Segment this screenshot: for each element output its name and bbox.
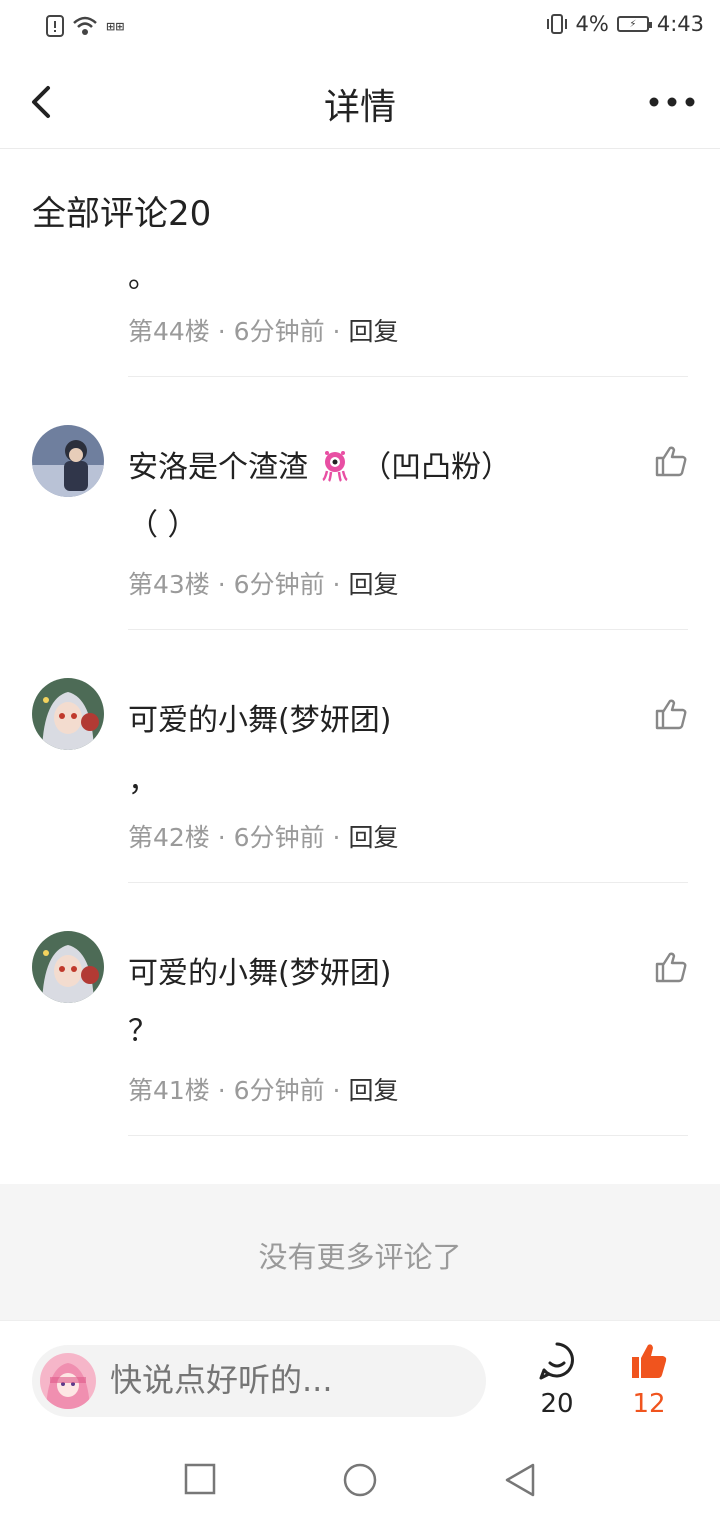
no-more-comments-text: 没有更多评论了: [258, 1240, 462, 1274]
comment-meta: 第41楼 · 6分钟前 · 回复: [128, 1071, 398, 1107]
clock: 4:43: [656, 12, 704, 36]
comment-meta: 第42楼 · 6分钟前 · 回复: [128, 818, 398, 854]
meta-separator: ·: [332, 1076, 341, 1105]
my-avatar: [40, 1353, 96, 1409]
triangle-back-nav-icon[interactable]: [503, 1462, 537, 1498]
comment-floor: 第42楼: [128, 823, 210, 852]
comment-meta: 第43楼 · 6分钟前 · 回复: [128, 565, 398, 601]
sim-alert-icon: [46, 15, 64, 37]
system-nav-bar: [0, 1440, 720, 1520]
comments-button[interactable]: 20: [522, 1341, 592, 1419]
like-count: 12: [632, 1389, 666, 1419]
like-icon[interactable]: [654, 697, 688, 731]
comment-divider: [128, 1135, 688, 1136]
like-button[interactable]: 12: [614, 1341, 684, 1419]
comment-floor: 第43楼: [128, 570, 210, 599]
meta-separator: ·: [217, 317, 226, 346]
page-title: 详情: [323, 87, 396, 128]
user-badge: （凹凸粉）: [361, 450, 512, 485]
reply-button[interactable]: 回复: [348, 1076, 398, 1105]
comment-floor: 第41楼: [128, 1076, 210, 1105]
comment-count: 20: [540, 1389, 574, 1419]
square-nav-icon[interactable]: [183, 1462, 217, 1496]
comment-text: ，: [128, 764, 158, 799]
thumbs-up-filled-icon: [632, 1344, 667, 1378]
comment-text: （ ）: [128, 508, 198, 543]
comment-floor: 第44楼: [128, 317, 210, 346]
comment-time: 6分钟前: [233, 317, 325, 346]
comment-divider: [128, 882, 688, 883]
meta-separator: ·: [217, 570, 226, 599]
comment-username[interactable]: 可爱的小舞(梦妍团): [128, 948, 391, 992]
meta-separator: ·: [332, 570, 341, 599]
more-icon[interactable]: [648, 92, 696, 112]
comment-icon: [539, 1342, 574, 1380]
comment-username[interactable]: 安洛是个渣渣 （凹凸粉）: [128, 442, 511, 486]
username-text: 安洛是个渣渣: [128, 450, 308, 485]
like-icon[interactable]: [654, 950, 688, 984]
comments-section-title: 全部评论20: [32, 194, 212, 234]
comment-input[interactable]: [110, 1361, 470, 1399]
comment-text: ？: [128, 1014, 158, 1049]
comment-meta: 第44楼 · 6分钟前 · 回复: [128, 312, 398, 348]
status-bar: ⊞⊞ 4% ⚡ 4:43: [0, 0, 720, 56]
status-left: ⊞⊞: [46, 14, 124, 38]
comment-divider: [128, 376, 688, 377]
comment-divider: [128, 629, 688, 630]
carrier-label: ⊞⊞: [106, 19, 125, 33]
battery-percent: 4%: [575, 12, 609, 36]
meta-separator: ·: [217, 1076, 226, 1105]
comment-username[interactable]: 可爱的小舞(梦妍团): [128, 695, 391, 739]
octopus-emoji-icon: [321, 451, 348, 482]
avatar[interactable]: [32, 678, 104, 750]
battery-icon: ⚡: [616, 16, 652, 32]
top-app-bar: 详情: [0, 56, 720, 149]
meta-separator: ·: [332, 317, 341, 346]
comment-time: 6分钟前: [233, 570, 325, 599]
reply-button[interactable]: 回复: [348, 823, 398, 852]
wifi-icon: [73, 16, 97, 35]
comment-text: 。: [128, 260, 158, 295]
reply-button[interactable]: 回复: [348, 570, 398, 599]
comment-time: 6分钟前: [233, 1076, 325, 1105]
vibrate-icon: [546, 14, 567, 34]
bottom-action-bar: 20 12: [0, 1320, 720, 1441]
meta-separator: ·: [217, 823, 226, 852]
no-more-comments-banner: 没有更多评论了: [0, 1184, 720, 1320]
reply-button[interactable]: 回复: [348, 317, 398, 346]
circle-nav-icon[interactable]: [342, 1462, 378, 1498]
status-right: 4% ⚡ 4:43: [546, 12, 704, 36]
avatar[interactable]: [32, 931, 104, 1003]
like-icon[interactable]: [654, 444, 688, 478]
comment-time: 6分钟前: [233, 823, 325, 852]
meta-separator: ·: [332, 823, 341, 852]
avatar[interactable]: [32, 425, 104, 497]
comment-input-box[interactable]: [32, 1345, 486, 1417]
